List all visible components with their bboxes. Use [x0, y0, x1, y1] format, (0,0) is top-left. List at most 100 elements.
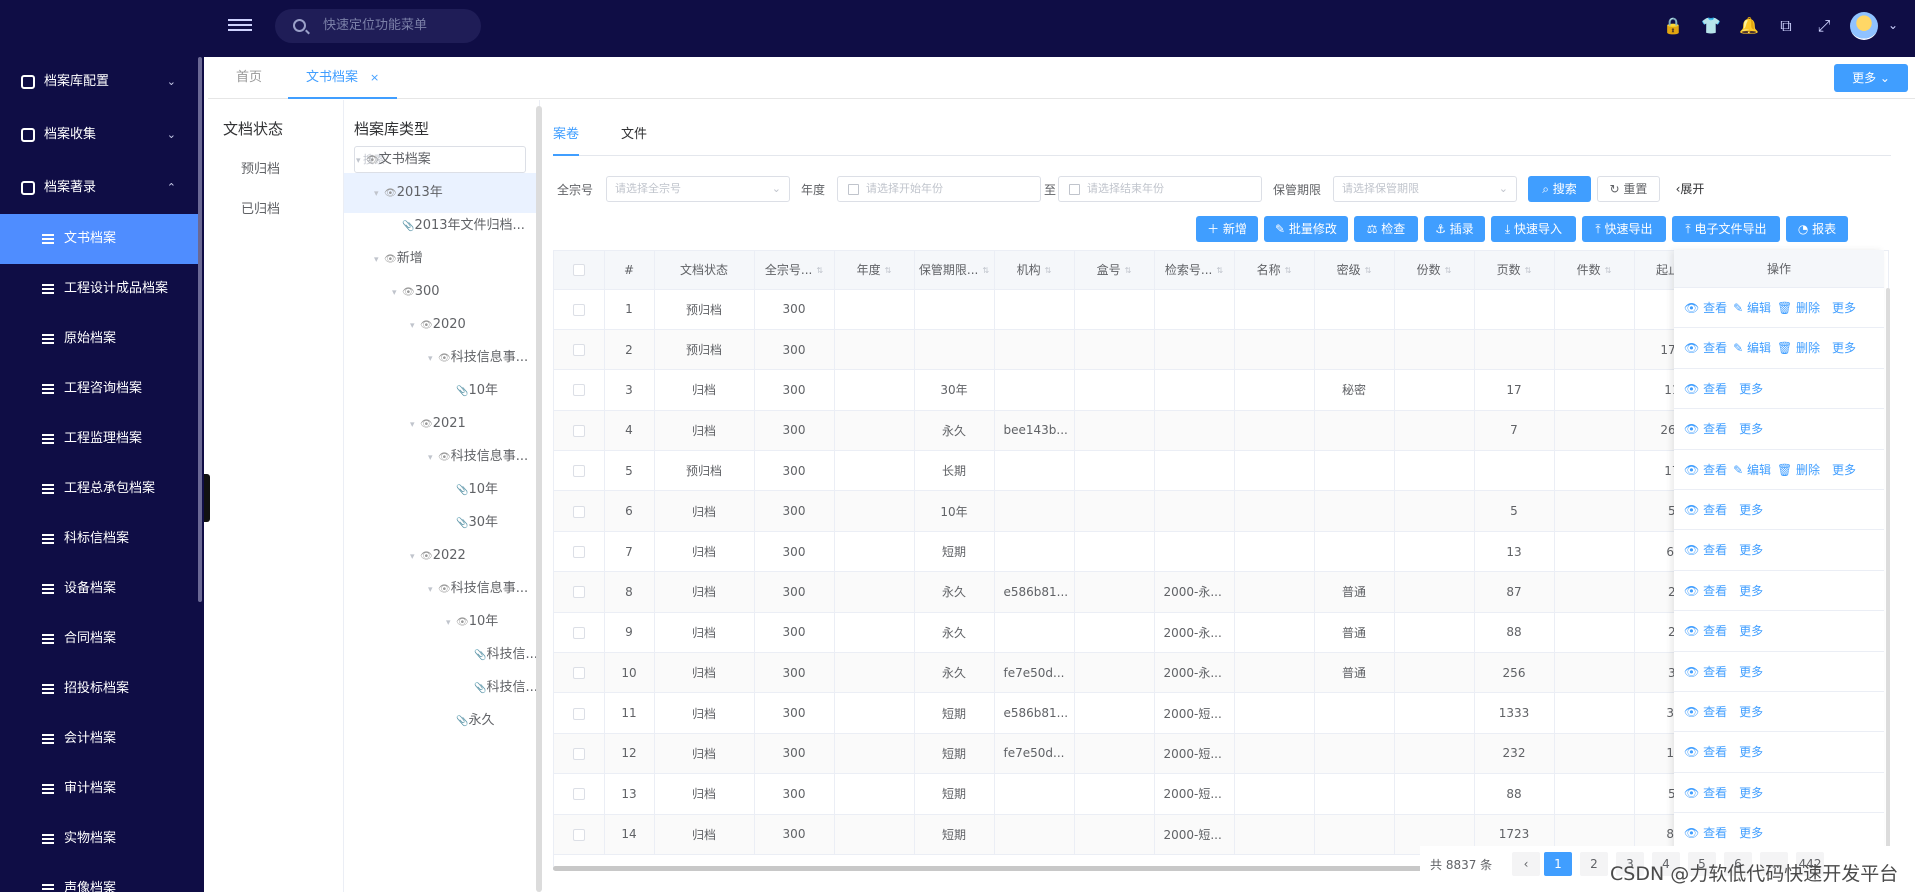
column-header[interactable]: #	[604, 251, 655, 290]
view-link[interactable]: 👁 查看	[1684, 503, 1727, 517]
search-button[interactable]: ⌕ 搜索	[1528, 176, 1591, 202]
end-year-picker[interactable]: 请选择结束年份	[1058, 176, 1262, 202]
status-item-pre[interactable]: 预归档	[241, 158, 280, 177]
column-header[interactable]: 页数 ⇅	[1474, 251, 1555, 290]
more-link[interactable]: 更多	[1739, 745, 1763, 759]
more-button[interactable]: 更多 ⌄	[1834, 64, 1908, 92]
view-link[interactable]: 👁 查看	[1684, 826, 1727, 840]
table-row[interactable]: 11归档300短期e586b81...2000-短...133333	[554, 692, 1715, 734]
sidebar-scrollbar[interactable]	[198, 57, 202, 602]
tab-documents[interactable]: 文书档案 ×	[288, 57, 398, 99]
row-checkbox[interactable]	[572, 344, 585, 357]
row-checkbox[interactable]	[572, 667, 585, 680]
more-link[interactable]: 更多	[1832, 463, 1856, 477]
view-link[interactable]: 👁 查看	[1684, 584, 1727, 598]
view-link[interactable]: 👁 查看	[1684, 382, 1727, 396]
sidebar-item-contract[interactable]: 合同档案	[0, 614, 198, 664]
toolbar-button[interactable]: ⤒ 电子文件导出	[1672, 216, 1780, 242]
more-link[interactable]: 更多	[1739, 543, 1763, 557]
sidebar-item-accounting[interactable]: 会计档案	[0, 714, 198, 764]
more-link[interactable]: 更多	[1739, 665, 1763, 679]
sort-icon[interactable]: ⇅	[885, 266, 892, 275]
row-checkbox[interactable]	[572, 828, 585, 841]
edit-link[interactable]: ✎ 编辑	[1733, 341, 1771, 355]
table-row[interactable]: 8归档300永久e586b81...2000-永...普通872-	[554, 571, 1715, 613]
column-header[interactable]: 全宗号... ⇅	[754, 251, 835, 290]
bell-icon[interactable]: 🔔	[1739, 17, 1759, 35]
row-checkbox[interactable]	[572, 303, 585, 316]
toolbar-button[interactable]: ◔ 报表	[1786, 216, 1848, 242]
table-vertical-scrollbar[interactable]	[1886, 288, 1890, 848]
quick-search-input[interactable]: 快速定位功能菜单	[275, 9, 481, 43]
table-row[interactable]: 1 预归档 300	[554, 289, 1715, 330]
table-row[interactable]: 9归档300永久2000-永...普通882-	[554, 612, 1715, 654]
sidebar-item-consult[interactable]: 工程咨询档案	[0, 364, 198, 414]
row-checkbox[interactable]	[572, 788, 585, 801]
sidebar-group-collect[interactable]: 档案收集 ⌄	[0, 110, 198, 160]
tab-files[interactable]: 文件	[621, 124, 647, 156]
more-link[interactable]: 更多	[1739, 705, 1763, 719]
more-link[interactable]: 更多	[1832, 301, 1856, 315]
avatar[interactable]	[1850, 12, 1878, 40]
sidebar-item-equipment[interactable]: 设备档案	[0, 564, 198, 614]
more-link[interactable]: 更多	[1739, 584, 1763, 598]
column-header[interactable]: 件数 ⇅	[1554, 251, 1635, 290]
view-link[interactable]: 👁 查看	[1684, 786, 1727, 800]
more-link[interactable]: 更多	[1739, 422, 1763, 436]
delete-link[interactable]: 🗑 删除	[1777, 301, 1820, 315]
expand-button[interactable]: ‹展开	[1668, 176, 1712, 202]
tab-home[interactable]: 首页	[236, 57, 262, 99]
toolbar-button[interactable]: ⤒ 快速导出	[1582, 216, 1666, 242]
toolbar-button[interactable]: ⚖ 检查	[1354, 216, 1418, 242]
delete-link[interactable]: 🗑 删除	[1777, 463, 1820, 477]
select-all-checkbox[interactable]	[572, 264, 585, 277]
more-link[interactable]: 更多	[1739, 786, 1763, 800]
row-checkbox[interactable]	[572, 505, 585, 518]
page-button[interactable]: 2	[1580, 852, 1608, 876]
sort-icon[interactable]: ⇅	[1525, 266, 1532, 275]
toolbar-button[interactable]: ✎ 批量修改	[1264, 216, 1348, 242]
sidebar-group-catalog[interactable]: 档案著录 ⌃	[0, 163, 198, 213]
column-header[interactable]: 密级 ⇅	[1314, 251, 1395, 290]
row-checkbox[interactable]	[572, 626, 585, 639]
view-link[interactable]: 👁 查看	[1684, 422, 1727, 436]
sidebar-item-original[interactable]: 原始档案	[0, 314, 198, 364]
view-link[interactable]: 👁 查看	[1684, 705, 1727, 719]
tree-node[interactable]: 📎永久	[344, 701, 536, 741]
sidebar-group-config[interactable]: 档案库配置 ⌄	[0, 57, 198, 107]
sort-icon[interactable]: ⇅	[1045, 266, 1052, 275]
view-link[interactable]: 👁 查看	[1684, 624, 1727, 638]
edit-link[interactable]: ✎ 编辑	[1733, 301, 1771, 315]
row-checkbox[interactable]	[572, 546, 585, 559]
table-row[interactable]: 3归档30030年秘密1711-	[554, 369, 1715, 411]
row-checkbox[interactable]	[572, 465, 585, 478]
sidebar-item-supervision[interactable]: 工程监理档案	[0, 414, 198, 464]
sidebar-item-audiovisual[interactable]: 声像档案	[0, 864, 198, 892]
tree-scrollbar[interactable]	[536, 106, 542, 892]
edit-link[interactable]: ✎ 编辑	[1733, 463, 1771, 477]
sidebar-item-audit[interactable]: 审计档案	[0, 764, 198, 814]
shirt-icon[interactable]: 👕	[1701, 17, 1721, 35]
row-checkbox[interactable]	[572, 707, 585, 720]
row-checkbox[interactable]	[572, 586, 585, 599]
tab-volumes[interactable]: 案卷	[553, 124, 580, 156]
view-link[interactable]: 👁 查看	[1684, 301, 1727, 315]
language-icon[interactable]: ⧉	[1777, 17, 1795, 35]
row-checkbox[interactable]	[572, 747, 585, 760]
table-row[interactable]: 12归档300短期fe7e50d...2000-短...23210	[554, 733, 1715, 775]
view-link[interactable]: 👁 查看	[1684, 463, 1727, 477]
period-select[interactable]: 请选择保管期限 ⌄	[1333, 176, 1517, 202]
row-checkbox[interactable]	[572, 384, 585, 397]
lock-icon[interactable]: 🔒	[1663, 17, 1683, 35]
column-header[interactable]: 保管期限... ⇅	[914, 251, 995, 290]
sort-icon[interactable]: ⇅	[1285, 266, 1292, 275]
sidebar-item-design[interactable]: 工程设计成品档案	[0, 264, 198, 314]
chevron-down-icon[interactable]: ⌄	[1888, 18, 1898, 32]
table-row[interactable]: 5预归档300长期17-	[554, 450, 1715, 492]
table-row[interactable]: 10归档300永久fe7e50d...2000-永...普通2563-	[554, 652, 1715, 694]
sort-icon[interactable]: ⇅	[1605, 266, 1612, 275]
view-link[interactable]: 👁 查看	[1684, 665, 1727, 679]
view-link[interactable]: 👁 查看	[1684, 745, 1727, 759]
sidebar-item-bidding[interactable]: 招投标档案	[0, 664, 198, 714]
column-header[interactable]: 机构 ⇅	[994, 251, 1075, 290]
